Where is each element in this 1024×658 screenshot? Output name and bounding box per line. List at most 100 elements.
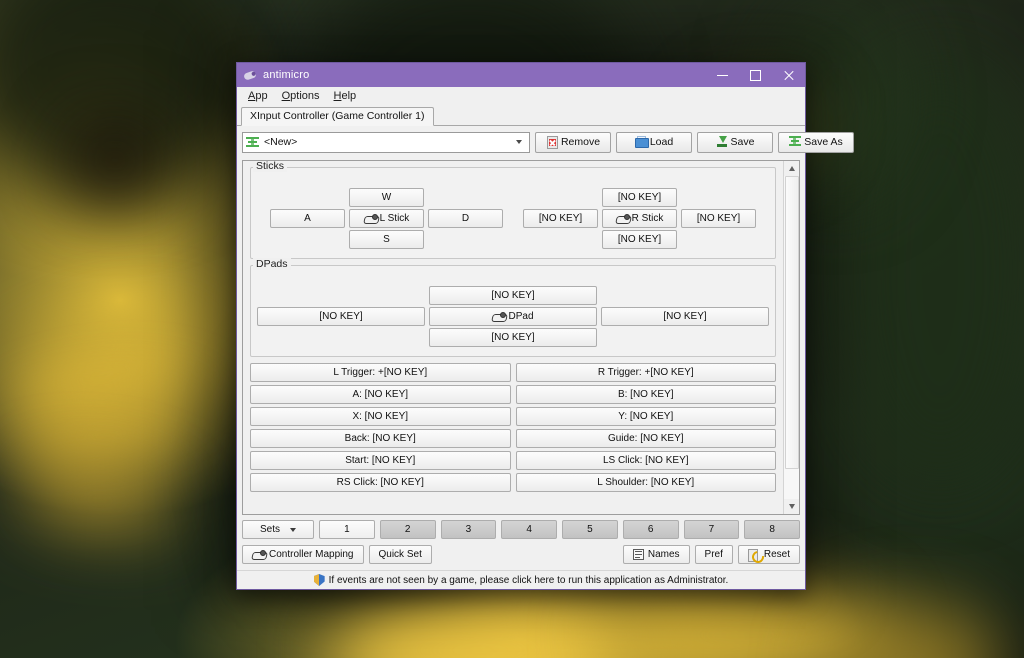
set-button-5[interactable]: 5 <box>562 520 618 539</box>
button-l-trigger[interactable]: L Trigger: +[NO KEY] <box>250 363 511 382</box>
sets-menu-label: Sets <box>260 524 280 535</box>
menu-item-app[interactable]: AApppp <box>241 89 275 103</box>
dpads-group: DPads [NO KEY] [NO KEY] DPad [NO KEY] [N… <box>250 265 776 357</box>
save-as-profile-button[interactable]: Save As <box>778 132 854 153</box>
save-profile-button[interactable]: Save <box>697 132 773 153</box>
left-stick-down-button[interactable]: S <box>349 230 424 249</box>
gamepad-icon <box>243 68 257 82</box>
names-icon <box>633 549 644 560</box>
pref-button[interactable]: Pref <box>695 545 733 564</box>
save-icon <box>716 136 728 148</box>
mapping-pane: Sticks W A L Stick D S [NO KEY] <box>243 161 783 514</box>
table-row: X: [NO KEY] Y: [NO KEY] <box>250 407 776 426</box>
chevron-down-icon <box>516 140 522 144</box>
reset-button[interactable]: Reset <box>738 545 800 564</box>
menu-item-help[interactable]: Help <box>327 89 364 103</box>
remove-icon <box>546 136 558 148</box>
profile-select[interactable]: <New> <box>242 132 530 153</box>
right-stick-left-button[interactable]: [NO KEY] <box>523 209 598 228</box>
right-stick-group: [NO KEY] [NO KEY] R Stick [NO KEY] [NO K… <box>523 187 756 250</box>
right-stick-center-label: R Stick <box>632 213 664 224</box>
table-row: L Trigger: +[NO KEY] R Trigger: +[NO KEY… <box>250 363 776 382</box>
mapping-scroll-area: Sticks W A L Stick D S [NO KEY] <box>242 160 800 515</box>
sticks-group-title: Sticks <box>253 161 287 172</box>
profile-icon <box>246 136 259 149</box>
uac-shield-icon <box>314 574 325 586</box>
controller-mapping-label: Controller Mapping <box>269 549 354 560</box>
dpads-group-title: DPads <box>253 258 291 270</box>
button-l-shoulder[interactable]: L Shoulder: [NO KEY] <box>516 473 777 492</box>
dpad-right-button[interactable]: [NO KEY] <box>601 307 769 326</box>
antimicro-window: antimicro AApppp Options Help XInput Con… <box>236 62 806 590</box>
left-stick-right-button[interactable]: D <box>428 209 503 228</box>
save-as-icon <box>789 136 801 148</box>
profile-select-value: <New> <box>264 136 297 148</box>
left-stick-up-button[interactable]: W <box>349 188 424 207</box>
set-button-2[interactable]: 2 <box>380 520 436 539</box>
right-stick-down-button[interactable]: [NO KEY] <box>602 230 677 249</box>
button-y[interactable]: Y: [NO KEY] <box>516 407 777 426</box>
quick-set-button[interactable]: Quick Set <box>369 545 432 564</box>
button-a[interactable]: A: [NO KEY] <box>250 385 511 404</box>
dpad-center-button[interactable]: DPad <box>429 307 597 326</box>
scrollbar-track[interactable] <box>784 176 799 499</box>
gamepad-icon <box>616 214 629 223</box>
status-bar[interactable]: If events are not seen by a game, please… <box>237 570 805 589</box>
controller-mapping-button[interactable]: Controller Mapping <box>242 545 364 564</box>
vertical-scrollbar[interactable] <box>783 161 799 514</box>
button-rs-click[interactable]: RS Click: [NO KEY] <box>250 473 511 492</box>
action-bar: Controller Mapping Quick Set Names Pref … <box>237 539 805 570</box>
remove-label: Remove <box>561 136 600 148</box>
load-label: Load <box>650 136 673 148</box>
remove-profile-button[interactable]: Remove <box>535 132 611 153</box>
tab-strip: XInput Controller (Game Controller 1) <box>237 105 805 126</box>
load-profile-button[interactable]: Load <box>616 132 692 153</box>
set-button-8[interactable]: 8 <box>744 520 800 539</box>
sets-menu-button[interactable]: Sets <box>242 520 314 539</box>
set-button-3[interactable]: 3 <box>441 520 497 539</box>
right-stick-right-button[interactable]: [NO KEY] <box>681 209 756 228</box>
right-stick-center-button[interactable]: R Stick <box>602 209 677 228</box>
left-stick-left-button[interactable]: A <box>270 209 345 228</box>
right-stick-up-button[interactable]: [NO KEY] <box>602 188 677 207</box>
gamepad-icon <box>492 312 505 321</box>
set-button-7[interactable]: 7 <box>684 520 740 539</box>
minimize-button[interactable] <box>706 63 739 87</box>
menu-bar: AApppp Options Help <box>237 87 805 105</box>
table-row: RS Click: [NO KEY] L Shoulder: [NO KEY] <box>250 473 776 492</box>
button-r-trigger[interactable]: R Trigger: +[NO KEY] <box>516 363 777 382</box>
profile-toolbar: <New> Remove Load Save Save As <box>237 126 805 157</box>
set-button-4[interactable]: 4 <box>501 520 557 539</box>
window-title: antimicro <box>263 69 309 81</box>
button-start[interactable]: Start: [NO KEY] <box>250 451 511 470</box>
button-ls-click[interactable]: LS Click: [NO KEY] <box>516 451 777 470</box>
names-button[interactable]: Names <box>623 545 690 564</box>
scroll-down-arrow-icon[interactable] <box>784 499 799 514</box>
close-button[interactable] <box>772 63 805 87</box>
menu-item-options[interactable]: Options <box>275 89 327 103</box>
names-label: Names <box>648 549 680 560</box>
set-button-1[interactable]: 1 <box>319 520 375 539</box>
dpad-down-button[interactable]: [NO KEY] <box>429 328 597 347</box>
title-bar[interactable]: antimicro <box>237 63 805 87</box>
save-as-label: Save As <box>804 136 843 148</box>
scroll-up-arrow-icon[interactable] <box>784 161 799 176</box>
button-back[interactable]: Back: [NO KEY] <box>250 429 511 448</box>
chevron-down-icon <box>290 528 296 532</box>
tab-xinput-controller[interactable]: XInput Controller (Game Controller 1) <box>241 107 434 126</box>
button-guide[interactable]: Guide: [NO KEY] <box>516 429 777 448</box>
sticks-group: Sticks W A L Stick D S [NO KEY] <box>250 167 776 259</box>
button-b[interactable]: B: [NO KEY] <box>516 385 777 404</box>
table-row: A: [NO KEY] B: [NO KEY] <box>250 385 776 404</box>
dpad-center-label: DPad <box>508 311 533 322</box>
folder-open-icon <box>635 136 647 148</box>
left-stick-group: W A L Stick D S <box>270 187 503 250</box>
dpad-group: [NO KEY] [NO KEY] DPad [NO KEY] [NO KEY] <box>257 285 769 348</box>
dpad-up-button[interactable]: [NO KEY] <box>429 286 597 305</box>
maximize-button[interactable] <box>739 63 772 87</box>
left-stick-center-button[interactable]: L Stick <box>349 209 424 228</box>
dpad-left-button[interactable]: [NO KEY] <box>257 307 425 326</box>
set-button-6[interactable]: 6 <box>623 520 679 539</box>
button-x[interactable]: X: [NO KEY] <box>250 407 511 426</box>
scrollbar-thumb[interactable] <box>785 176 799 469</box>
